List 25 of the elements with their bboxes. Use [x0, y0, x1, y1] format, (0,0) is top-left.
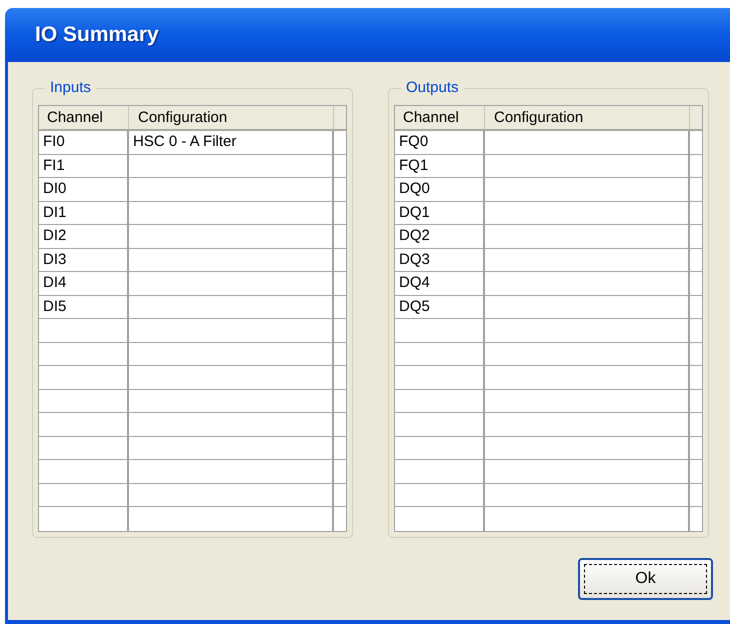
table-cell: DI2 [39, 225, 129, 248]
group-title: Outputs [401, 79, 464, 97]
table-cell: FI0 [39, 131, 129, 154]
table-cell: DI0 [39, 178, 129, 200]
table-cell: DQ2 [395, 225, 485, 248]
table-cell: FQ1 [395, 154, 485, 177]
table-cell: DI1 [39, 202, 129, 224]
table-cell: DQ1 [395, 202, 485, 224]
window-title: IO Summary [35, 22, 159, 48]
table-cell: HSC 0 - A Filter [129, 131, 334, 154]
table-cell: DQ4 [395, 272, 485, 294]
column-header[interactable]: Configuration [129, 106, 334, 129]
column-header[interactable]: Channel [39, 106, 129, 129]
table-cell: FI1 [39, 154, 129, 177]
table-cell: DI5 [39, 296, 129, 318]
table-cell: DI3 [39, 248, 129, 271]
table-cell: DQ5 [395, 296, 485, 318]
table-cell: DI4 [39, 272, 129, 294]
ok-button[interactable]: Ok [578, 558, 713, 600]
table-cell: FQ0 [395, 131, 485, 154]
table-cell: DQ3 [395, 248, 485, 271]
column-header[interactable]: Channel [395, 106, 485, 129]
table-cell: DQ0 [395, 178, 485, 200]
group-title: Inputs [45, 79, 96, 97]
column-header[interactable]: Configuration [485, 106, 690, 129]
